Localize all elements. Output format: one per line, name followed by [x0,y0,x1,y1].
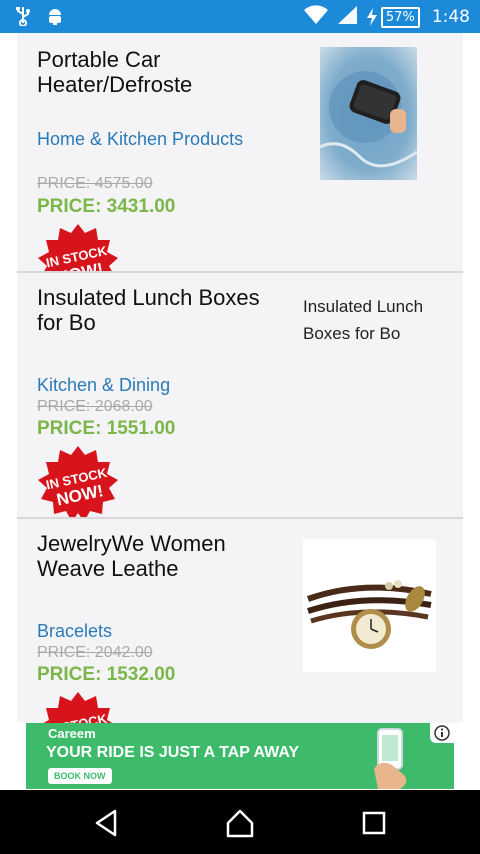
product-card[interactable]: Portable Car Heater/Defroste Home & Kitc… [17,33,463,273]
in-stock-badge: IN STOCK NOW! [37,223,119,271]
product-category[interactable]: Bracelets [37,619,277,643]
product-price: PRICE: 1532.00 [37,664,176,685]
product-price: PRICE: 3431.00 [37,196,176,217]
ad-info-icon[interactable] [430,723,454,743]
product-old-price: PRICE: 2042.00 [37,644,153,661]
home-icon[interactable] [224,807,256,839]
product-title[interactable]: Insulated Lunch Boxes for Bo [37,285,287,335]
product-category[interactable]: Home & Kitchen Products [37,127,277,151]
product-list: Portable Car Heater/Defroste Home & Kitc… [17,33,463,723]
product-price: PRICE: 1551.00 [37,418,176,439]
android-debug-icon [46,6,64,30]
wifi-icon [303,5,328,29]
ad-book-now-button[interactable]: BOOK NOW [48,768,112,784]
ad-headline: YOUR RIDE IS JUST A TAP AWAY [46,744,300,761]
recents-icon[interactable] [358,807,390,839]
cell-signal-icon [336,5,358,29]
car-heater-image[interactable] [319,47,418,180]
product-image-alt[interactable]: Insulated Lunch Boxes for Bo [303,293,453,347]
product-title[interactable]: Portable Car Heater/Defroste [37,47,287,97]
bracelet-watch-image[interactable] [303,539,436,672]
battery-icon: 57% [366,6,420,28]
ad-banner[interactable]: Careem YOUR RIDE IS JUST A TAP AWAY BOOK… [26,723,454,789]
product-card[interactable]: JewelryWe Women Weave Leathe Bracelets P… [17,519,463,723]
in-stock-badge: IN STOCK NOW! [37,691,119,723]
product-card[interactable]: Insulated Lunch Boxes for Bo Insulated L… [17,273,463,519]
phone-in-hand-icon [370,725,418,789]
usb-icon [14,6,32,30]
status-bar: 57% 1:48 [0,0,480,33]
product-title[interactable]: JewelryWe Women Weave Leathe [37,531,287,581]
battery-percent: 57% [380,6,420,28]
ad-brand: Careem [48,726,96,741]
clock: 1:48 [431,7,470,27]
product-old-price: PRICE: 4575.00 [37,175,153,192]
back-icon[interactable] [91,807,123,839]
product-list-view[interactable]: Portable Car Heater/Defroste Home & Kitc… [0,33,480,723]
navigation-bar [0,790,480,854]
charging-bolt-icon [366,8,377,26]
product-category[interactable]: Kitchen & Dining [37,373,277,397]
product-old-price: PRICE: 2068.00 [37,398,153,415]
in-stock-badge: IN STOCK NOW! [37,445,119,517]
